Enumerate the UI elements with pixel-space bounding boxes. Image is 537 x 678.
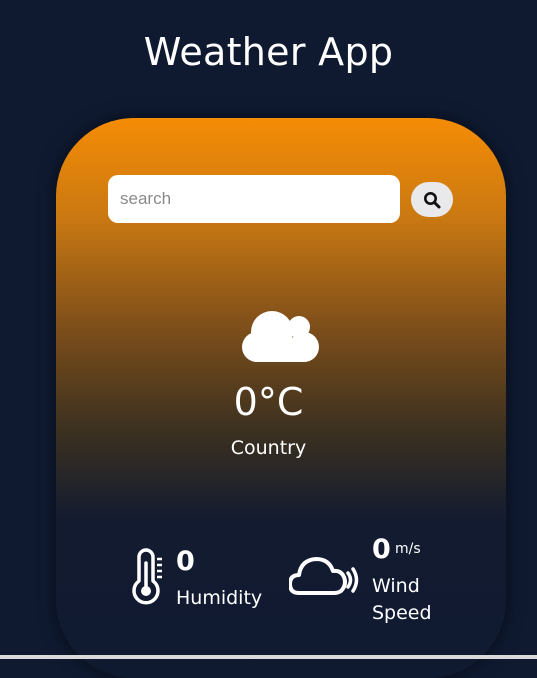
wind-speed-value: 0 [372,534,391,565]
humidity-label: Humidity [176,587,263,609]
wind-cloud-icon [289,557,359,595]
wind-speed-unit: m/s [395,541,421,557]
search-button[interactable] [411,182,453,217]
location-label: Country [230,437,307,459]
wind-speed-label: Wind Speed [372,575,432,624]
window-bottom-edge [0,655,537,659]
search-icon [424,191,441,208]
cloud-icon [242,311,319,362]
thermometer-icon [132,548,162,605]
temperature: 0°C [233,380,304,424]
app-title: Weather App [143,30,394,74]
humidity-value: 0 [176,546,195,577]
search-input[interactable] [108,175,400,223]
